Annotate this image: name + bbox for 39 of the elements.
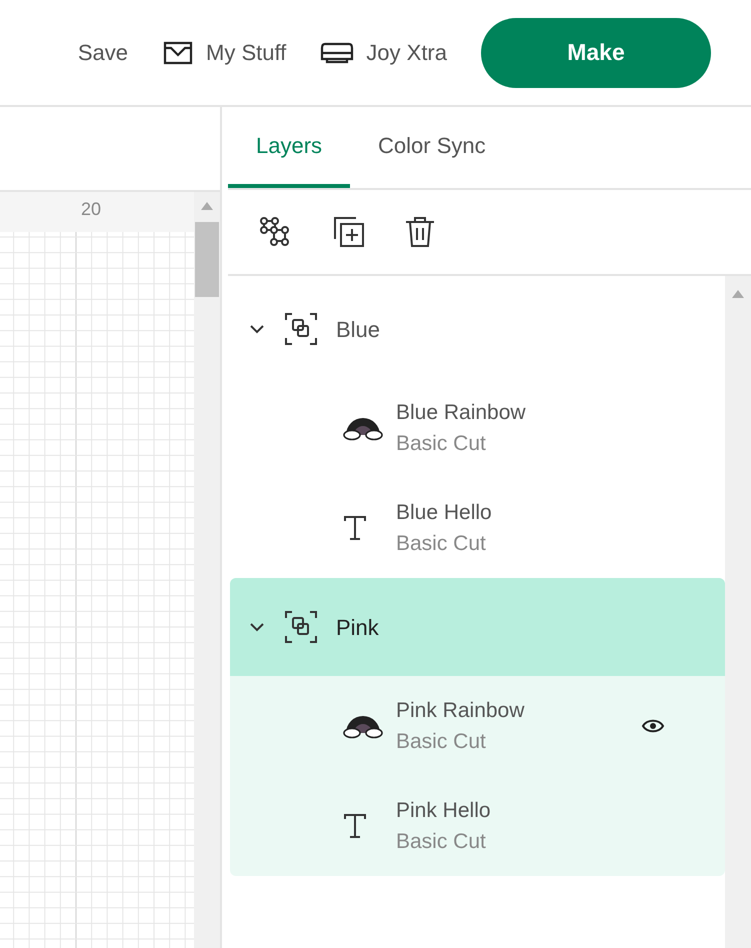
duplicate-icon[interactable]: [332, 215, 366, 249]
group-icon: [284, 312, 318, 346]
chevron-icon[interactable]: [248, 323, 266, 335]
layer-operation: Basic Cut: [396, 431, 487, 457]
scrollbar[interactable]: [725, 276, 751, 948]
text-icon: [342, 812, 368, 840]
make-button[interactable]: Make: [481, 18, 711, 88]
layer-name: Pink Rainbow: [396, 698, 526, 724]
my-stuff-button[interactable]: My Stuff: [162, 36, 286, 69]
rainbow-icon: [342, 415, 384, 441]
layer-operation: Basic Cut: [396, 729, 487, 755]
chevron-icon[interactable]: [248, 621, 266, 633]
group-icon: [284, 610, 318, 644]
tab[interactable]: Layers: [228, 107, 350, 188]
text-icon: [342, 514, 368, 542]
group-row[interactable]: Blue: [230, 280, 725, 378]
scrollbar-thumb[interactable]: [195, 222, 219, 297]
group-name: Blue: [336, 316, 380, 344]
machine-icon: [320, 42, 354, 64]
group-name: Pink: [336, 614, 379, 642]
ruler-label: 20: [81, 198, 102, 221]
tab[interactable]: Color Sync: [350, 107, 514, 188]
layer-row[interactable]: Blue Hello Basic Cut: [230, 478, 725, 578]
scrollbar[interactable]: [194, 192, 220, 948]
layer-name: Blue Rainbow: [396, 400, 527, 426]
layer-operation: Basic Cut: [396, 829, 487, 855]
trash-icon[interactable]: [404, 215, 436, 249]
machine-button[interactable]: Joy Xtra: [320, 36, 447, 69]
rainbow-icon: [342, 713, 384, 739]
layer-row[interactable]: Pink Rainbow Basic Cut: [230, 676, 725, 776]
layer-name: Blue Hello: [396, 500, 493, 526]
layer-operation: Basic Cut: [396, 531, 487, 557]
save-button[interactable]: Save: [78, 36, 128, 69]
eye-icon[interactable]: [641, 718, 665, 734]
layer-name: Pink Hello: [396, 798, 492, 824]
tray-icon: [162, 40, 194, 66]
layer-row[interactable]: Blue Rainbow Basic Cut: [230, 378, 725, 478]
layer-row[interactable]: Pink Hello Basic Cut: [230, 776, 725, 876]
group-row[interactable]: Pink: [230, 578, 725, 676]
